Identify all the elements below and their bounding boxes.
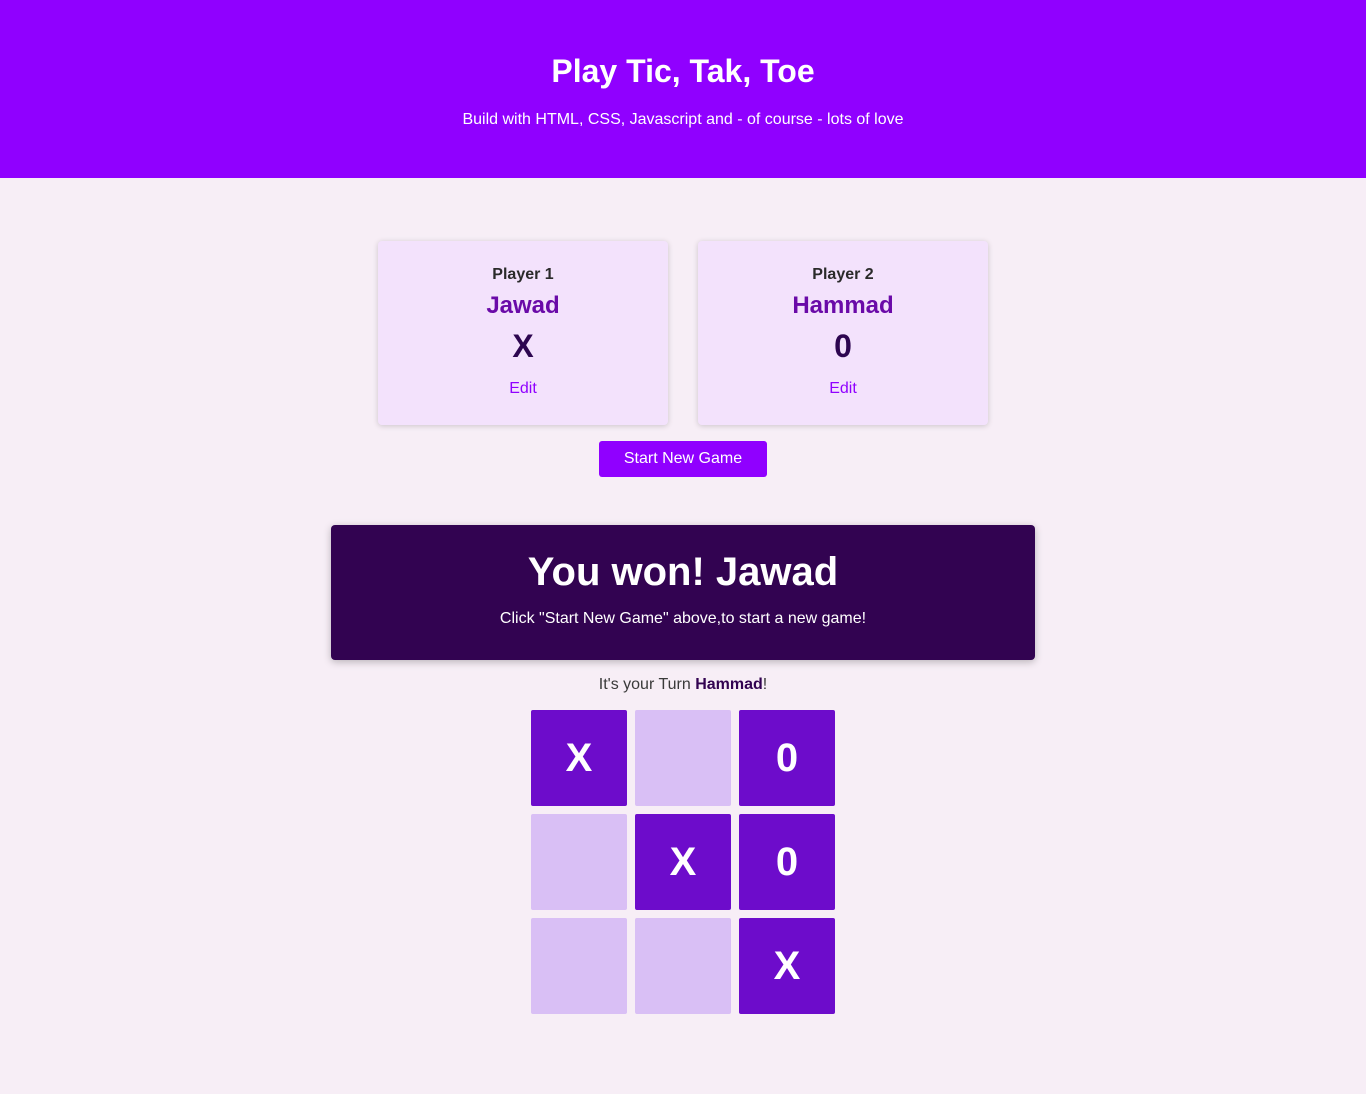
player-1-edit-button[interactable]: Edit <box>509 379 537 399</box>
player-2-name: Hammad <box>792 292 894 319</box>
player-2-edit-button[interactable]: Edit <box>829 379 857 399</box>
board-cell[interactable]: 0 <box>739 814 835 910</box>
page-subtitle: Build with HTML, CSS, Javascript and - o… <box>462 111 904 128</box>
board-cell[interactable]: 0 <box>739 710 835 806</box>
turn-suffix: ! <box>762 676 768 693</box>
page-header: Play Tic, Tak, Toe Build with HTML, CSS,… <box>0 0 1366 178</box>
game-over-message: Click "Start New Game" above,to start a … <box>499 610 867 627</box>
player-1-name: Jawad <box>486 292 560 319</box>
active-player-name: Hammad <box>695 676 763 693</box>
turn-indicator: It's your Turn Hammad! <box>0 674 1366 696</box>
board-cell[interactable]: X <box>531 710 627 806</box>
player-2-card: Player 2 Hammad 0 Edit <box>698 241 988 425</box>
board-cell[interactable] <box>531 918 627 1014</box>
game-over-title: You won! Jawad <box>527 550 839 594</box>
board-cell[interactable] <box>635 710 731 806</box>
start-new-game-button[interactable]: Start New Game <box>599 441 767 477</box>
board-cell[interactable]: X <box>635 814 731 910</box>
board-cell[interactable]: X <box>739 918 835 1014</box>
board-cell[interactable] <box>531 814 627 910</box>
player-2-label: Player 2 <box>812 266 874 283</box>
player-1-label: Player 1 <box>492 266 554 283</box>
player-1-card: Player 1 Jawad X Edit <box>378 241 668 425</box>
player-2-symbol: 0 <box>834 328 852 364</box>
game-board: X 0 X 0 X <box>531 710 835 1014</box>
board-cell[interactable] <box>635 918 731 1014</box>
page-title: Play Tic, Tak, Toe <box>551 53 815 89</box>
turn-prefix: It's your Turn <box>598 676 696 693</box>
game-over-banner: You won! Jawad Click "Start New Game" ab… <box>331 525 1035 660</box>
player-1-symbol: X <box>512 328 534 364</box>
